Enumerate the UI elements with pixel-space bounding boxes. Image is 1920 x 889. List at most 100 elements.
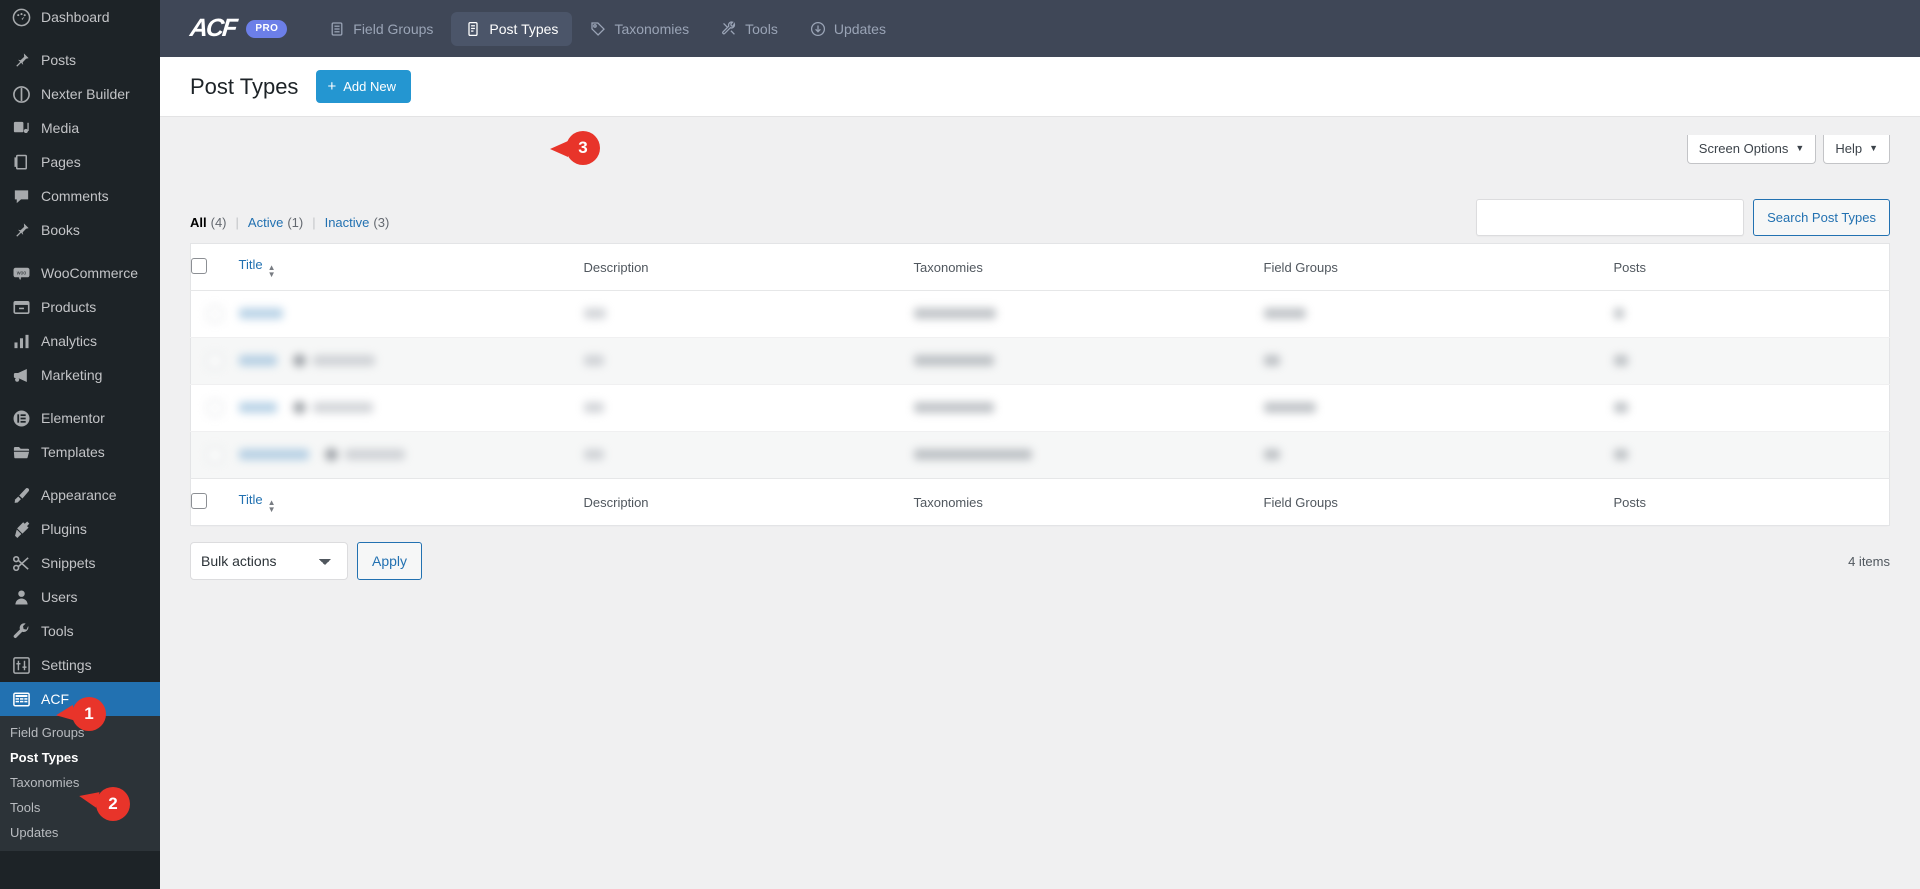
sidebar-item-pages[interactable]: Pages [0,145,160,179]
help-label: Help [1835,142,1862,155]
sidebar-item-label: Dashboard [41,10,110,24]
row-description-cell [584,338,914,385]
tab-tools[interactable]: Tools [707,12,792,46]
sidebar-item-woocommerce[interactable]: woo WooCommerce [0,256,160,290]
row-field-groups-cell [1264,385,1614,432]
row-checkbox[interactable] [207,306,223,322]
select-all-checkbox-footer[interactable] [191,493,207,509]
sidebar-item-analytics[interactable]: Analytics [0,324,160,358]
row-status-icon [293,354,306,367]
column-footer-title[interactable]: Title ▲▼ [239,479,584,526]
tab-field-groups[interactable]: Field Groups [315,12,447,46]
row-checkbox-cell[interactable] [191,291,239,338]
comment-icon [10,185,32,207]
sidebar-item-media[interactable]: Media [0,111,160,145]
sidebar-item-tools[interactable]: Tools [0,614,160,648]
woo-icon: woo [10,262,32,284]
sort-desc-icon: ▼ [268,506,276,513]
sort-arrows-icon[interactable]: ▲▼ [268,264,276,278]
submenu-item-post-types[interactable]: Post Types [0,745,160,770]
row-checkbox[interactable] [207,353,223,369]
step-badge-2: 2 [96,787,130,821]
select-all-checkbox[interactable] [191,258,207,274]
sidebar-item-label: Appearance [41,488,117,502]
tab-updates[interactable]: Updates [796,12,900,46]
status-filter-links: All (4) | Active (1) | Inactive (3) [190,215,389,236]
sidebar-item-plugins[interactable]: Plugins [0,512,160,546]
table-footer-row: Title▲▼ Description Taxonomies Field Gro… [191,479,1890,526]
sidebar-item-nexter-builder[interactable]: Nexter Builder [0,77,160,111]
row-title-cell[interactable] [239,338,584,385]
row-checkbox-cell[interactable] [191,432,239,479]
sidebar-item-users[interactable]: Users [0,580,160,614]
sidebar-item-label: Elementor [41,411,105,425]
screen-options-button[interactable]: Screen Options ▼ [1687,135,1817,164]
search-input[interactable] [1476,199,1744,236]
sidebar-item-books[interactable]: Books [0,213,160,247]
table-row[interactable] [191,385,1890,432]
svg-text:woo: woo [16,270,26,276]
row-title-cell[interactable] [239,432,584,479]
apply-button[interactable]: Apply [357,542,422,580]
sidebar-item-snippets[interactable]: Snippets [0,546,160,580]
search-post-types-button[interactable]: Search Post Types [1753,199,1890,236]
row-taxonomies-cell [914,338,1264,385]
sidebar-item-label: Tools [41,624,74,638]
sidebar-item-settings[interactable]: Settings [0,648,160,682]
dashboard-icon [10,6,32,28]
sidebar-item-posts[interactable]: Posts [0,43,160,77]
tab-post-types[interactable]: Post Types [451,12,572,46]
row-title-cell[interactable] [239,385,584,432]
screen-options-label: Screen Options [1699,142,1789,155]
pin-icon [10,219,32,241]
sidebar-item-elementor[interactable]: Elementor [0,401,160,435]
row-checkbox[interactable] [207,447,223,463]
sort-title-link-footer[interactable]: Title [239,492,263,507]
table-row[interactable] [191,291,1890,338]
tab-taxonomies[interactable]: Taxonomies [576,12,703,46]
filter-divider: | [312,215,315,230]
table-row[interactable] [191,432,1890,479]
row-taxonomies-cell [914,385,1264,432]
pages-icon [10,151,32,173]
row-description-redacted [584,449,604,460]
add-new-button[interactable]: + Add New [316,70,411,103]
sort-title-link[interactable]: Title [239,257,263,272]
filter-link-inactive[interactable]: Inactive [325,215,370,230]
products-icon [10,296,32,318]
help-button[interactable]: Help ▼ [1823,135,1890,164]
row-checkbox-cell[interactable] [191,338,239,385]
row-checkbox-cell[interactable] [191,385,239,432]
row-field-groups-redacted [1264,402,1316,413]
row-checkbox[interactable] [207,400,223,416]
sidebar-item-dashboard[interactable]: Dashboard [0,0,160,34]
sidebar-item-marketing[interactable]: Marketing [0,358,160,392]
column-header-title[interactable]: Title ▲▼ [239,244,584,291]
user-icon [10,586,32,608]
sidebar-item-templates[interactable]: Templates [0,435,160,469]
main-content-column: ACF PRO Field Groups Post Types [160,0,1920,889]
filter-link-active[interactable]: Active [248,215,283,230]
sidebar-item-label: Products [41,300,96,314]
sidebar-item-comments[interactable]: Comments [0,179,160,213]
row-description-cell [584,291,914,338]
row-taxonomies-redacted [914,402,994,413]
column-header-description: Description [584,244,914,291]
download-icon [810,21,826,37]
sidebar-item-appearance[interactable]: Appearance [0,478,160,512]
filter-divider: | [236,215,239,230]
acf-grid-icon [10,688,32,710]
row-taxonomies-cell [914,432,1264,479]
row-title-cell[interactable] [239,291,584,338]
filter-link-all[interactable]: All [190,215,207,230]
acf-logo-group[interactable]: ACF PRO [190,14,287,43]
row-field-groups-redacted [1264,355,1280,366]
step-badge-3: 3 [566,131,600,165]
table-row[interactable] [191,338,1890,385]
sidebar-item-label: Settings [41,658,92,672]
table-header-row: Title▲▼ Description Taxonomies Field Gro… [191,244,1890,291]
sidebar-item-products[interactable]: Products [0,290,160,324]
submenu-item-updates[interactable]: Updates [0,820,160,845]
bulk-actions-select[interactable]: Bulk actions [190,542,348,580]
sort-arrows-icon[interactable]: ▲▼ [268,499,276,513]
